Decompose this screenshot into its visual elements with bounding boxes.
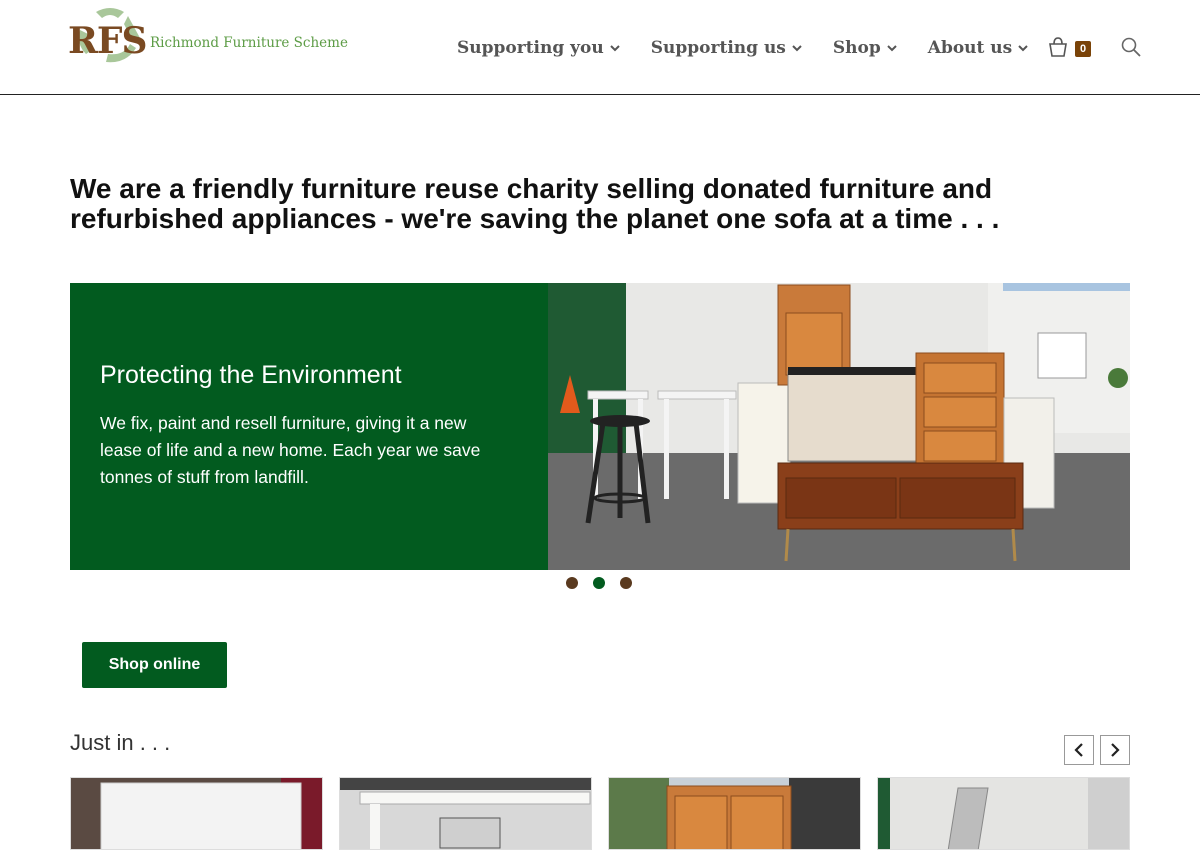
chevron-right-icon xyxy=(1111,743,1120,757)
chevron-left-icon xyxy=(1074,743,1083,757)
logo-text: Richmond Furniture Scheme xyxy=(150,35,348,51)
search-icon xyxy=(1121,37,1141,57)
product-card[interactable] xyxy=(70,777,323,850)
product-carousel xyxy=(70,777,1130,850)
shopping-bag-icon xyxy=(1049,37,1067,57)
hero-slider[interactable]: Protecting the Environment We fix, paint… xyxy=(70,283,1130,570)
nav-label: About us xyxy=(927,38,1013,58)
slider-dot-1[interactable] xyxy=(566,577,578,589)
search-button[interactable] xyxy=(1120,36,1142,58)
carousel-next-button[interactable] xyxy=(1100,735,1130,765)
chevron-down-icon xyxy=(1018,45,1028,52)
product-card[interactable] xyxy=(339,777,592,850)
nav-supporting-us[interactable]: Supporting us xyxy=(651,38,802,58)
cart-count-badge: 0 xyxy=(1075,41,1091,57)
site-logo[interactable]: RFS Richmond Furniture Scheme xyxy=(66,4,356,68)
nav-label: Shop xyxy=(832,38,881,58)
nav-supporting-you[interactable]: Supporting you xyxy=(457,38,620,58)
page-tagline: We are a friendly furniture reuse charit… xyxy=(70,173,1000,234)
slider-dot-2[interactable] xyxy=(593,577,605,589)
cart-button[interactable]: 0 xyxy=(1047,36,1097,62)
carousel-prev-button[interactable] xyxy=(1064,735,1094,765)
nav-about-us[interactable]: About us xyxy=(928,38,1028,58)
product-photo xyxy=(609,778,860,849)
product-photo xyxy=(340,778,591,849)
slider-dot-3[interactable] xyxy=(620,577,632,589)
furniture-photo xyxy=(548,283,1130,570)
slide-title: Protecting the Environment xyxy=(100,361,402,389)
slider-dots xyxy=(566,577,647,589)
nav-shop[interactable]: Shop xyxy=(833,38,897,58)
product-photo xyxy=(878,778,1129,849)
nav-label: Supporting us xyxy=(650,38,786,58)
slide-photo xyxy=(548,283,1130,570)
logo-mark: RFS xyxy=(68,20,147,62)
product-card[interactable] xyxy=(608,777,861,850)
nav-label: Supporting you xyxy=(457,38,604,58)
slide-description: We fix, paint and resell furniture, givi… xyxy=(100,413,481,487)
chevron-down-icon xyxy=(887,45,897,52)
main-nav: Supporting you Supporting us Shop About … xyxy=(457,36,1059,60)
product-photo xyxy=(71,778,322,849)
just-in-heading: Just in . . . xyxy=(70,730,171,755)
slide-text-panel: Protecting the Environment We fix, paint… xyxy=(70,283,548,570)
chevron-down-icon xyxy=(792,45,802,52)
site-header: RFS Richmond Furniture Scheme Supporting… xyxy=(0,0,1200,95)
product-card[interactable] xyxy=(877,777,1130,850)
shop-online-button[interactable]: Shop online xyxy=(82,642,227,688)
chevron-down-icon xyxy=(610,45,620,52)
